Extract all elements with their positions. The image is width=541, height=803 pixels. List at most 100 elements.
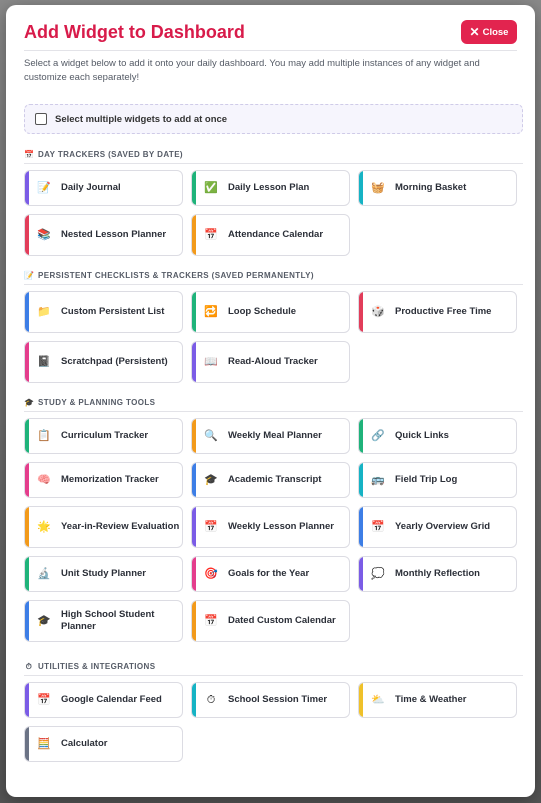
widget-card-time-weather[interactable]: ⛅ Time & Weather <box>358 682 517 718</box>
target-icon: 🎯 <box>204 568 218 580</box>
widget-section: ⏱ UTILITIES & INTEGRATIONS 📅 Google Calenda… <box>24 658 523 762</box>
sun-icon: 🌟 <box>37 521 51 533</box>
calendar-icon: 📅 <box>24 150 35 159</box>
widget-card-field-trip-log[interactable]: 🚌 Field Trip Log <box>358 462 517 498</box>
widget-card-academic-transcript[interactable]: 🎓 Academic Transcript <box>191 462 350 498</box>
widget-card-label: Goals for the Year <box>228 568 310 579</box>
widget-card-morning-basket[interactable]: 🧺 Morning Basket <box>358 170 517 206</box>
close-icon: ✕ <box>469 25 480 39</box>
section-header: 🎓 STUDY & PLANNING TOOLS <box>24 394 523 412</box>
dice-icon: 🎲 <box>371 306 385 318</box>
widget-card-curriculum-tracker[interactable]: 📋 Curriculum Tracker <box>24 418 183 454</box>
brain-icon: 🧠 <box>37 474 51 486</box>
widget-section: 🎓 STUDY & PLANNING TOOLS 📋 Curriculum Track… <box>24 394 523 642</box>
add-widget-modal: Add Widget to Dashboard ✕ Close Select a… <box>6 5 535 797</box>
speech-bubble-icon: 💭 <box>371 568 385 580</box>
close-button[interactable]: ✕ Close <box>461 20 517 44</box>
abacus-icon: 🧮 <box>37 738 51 750</box>
widget-card-label: High School Student Planner <box>61 609 155 632</box>
section-header: 📝 PERSISTENT CHECKLISTS & TRACKERS (SAVED… <box>24 267 523 285</box>
notebook-icon: 📓 <box>37 356 51 368</box>
widget-card-label: Custom Persistent List <box>61 306 165 317</box>
widget-card-label: Loop Schedule <box>228 306 297 317</box>
widget-card-label: Scratchpad (Persistent) <box>61 356 168 367</box>
calendar-icon: 📅 <box>37 694 51 706</box>
graduation-cap-icon: 🎓 <box>24 398 35 407</box>
widget-card-quick-links[interactable]: 🔗 Quick Links <box>358 418 517 454</box>
stopwatch-icon: ⏱ <box>25 661 33 671</box>
search-food-icon: 🔍 <box>204 430 218 442</box>
widget-card-label: Monthly Reflection <box>395 568 480 579</box>
multi-select-checkbox[interactable] <box>35 113 47 125</box>
widget-card-unit-study-planner[interactable]: 🔬 Unit Study Planner <box>24 556 183 592</box>
graduation-cap-icon: 🎓 <box>204 474 218 486</box>
basket-icon: 🧺 <box>371 182 385 194</box>
widget-card-label: Weekly Lesson Planner <box>228 521 334 532</box>
widget-card-label: Weekly Meal Planner <box>228 430 322 441</box>
bus-icon: 🚌 <box>371 474 385 486</box>
loop-icon: 🔁 <box>204 306 218 318</box>
widget-card-yearly-overview-grid[interactable]: 📅 Yearly Overview Grid <box>358 506 517 548</box>
widget-card-read-aloud-tracker[interactable]: 📖 Read-Aloud Tracker <box>191 341 350 383</box>
widget-card-label: Calculator <box>61 738 108 749</box>
widget-card-nested-lesson-planner[interactable]: 📚 Nested Lesson Planner <box>24 214 183 256</box>
widget-card-dated-custom-calendar[interactable]: 📅 Dated Custom Calendar <box>191 600 350 642</box>
widget-card-label: Read-Aloud Tracker <box>228 356 318 367</box>
widget-card-label: Time & Weather <box>395 694 467 705</box>
widget-card-attendance-calendar[interactable]: 📅 Attendance Calendar <box>191 214 350 256</box>
widget-card-label: Quick Links <box>395 430 449 441</box>
widget-card-label: Daily Journal <box>61 182 121 193</box>
widget-card-daily-journal[interactable]: 📝 Daily Journal <box>24 170 183 206</box>
calendar-icon: 📅 <box>204 229 218 241</box>
section-title: STUDY & PLANNING TOOLS <box>38 398 156 407</box>
graduation-cap-icon: 🎓 <box>37 615 51 627</box>
stopwatch-icon: ⏱ <box>206 694 216 706</box>
section-header: ⏱ UTILITIES & INTEGRATIONS <box>24 658 523 676</box>
widget-card-calculator[interactable]: 🧮 Calculator <box>24 726 183 762</box>
multi-select-label: Select multiple widgets to add at once <box>55 113 228 125</box>
link-icon: 🔗 <box>371 430 385 442</box>
widget-card-label: Yearly Overview Grid <box>395 521 491 532</box>
widget-card-weekly-lesson-planner[interactable]: 📅 Weekly Lesson Planner <box>191 506 350 548</box>
modal-header: Add Widget to Dashboard ✕ Close <box>24 19 517 51</box>
widget-card-label: Productive Free Time <box>395 306 492 317</box>
widget-card-label: Nested Lesson Planner <box>61 229 167 240</box>
widget-card-label: Field Trip Log <box>395 474 458 485</box>
widget-card-label: Dated Custom Calendar <box>228 615 336 626</box>
widget-card-custom-persistent-list[interactable]: 📁 Custom Persistent List <box>24 291 183 333</box>
widget-card-high-school-student-planner[interactable]: 🎓 High School Student Planner <box>24 600 183 642</box>
section-title: PERSISTENT CHECKLISTS & TRACKERS (SAVED … <box>38 271 314 280</box>
widget-card-monthly-reflection[interactable]: 💭 Monthly Reflection <box>358 556 517 592</box>
widget-card-goals-for-the-year[interactable]: 🎯 Goals for the Year <box>191 556 350 592</box>
calendar-icon: 📅 <box>204 615 218 627</box>
memo-icon: 📝 <box>37 182 51 194</box>
section-title: DAY TRACKERS (SAVED BY DATE) <box>38 150 183 159</box>
multi-select-toggle[interactable]: Select multiple widgets to add at once <box>24 104 523 134</box>
widget-card-weekly-meal-planner[interactable]: 🔍 Weekly Meal Planner <box>191 418 350 454</box>
section-header: 📅 DAY TRACKERS (SAVED BY DATE) <box>24 146 523 164</box>
widget-card-daily-lesson-plan[interactable]: ✅ Daily Lesson Plan <box>191 170 350 206</box>
modal-title: Add Widget to Dashboard <box>24 22 245 42</box>
widget-card-label: Daily Lesson Plan <box>228 182 310 193</box>
widget-card-label: Memorization Tracker <box>61 474 159 485</box>
widget-card-label: School Session Timer <box>228 694 328 705</box>
close-button-label: Close <box>482 26 509 38</box>
books-icon: 📚 <box>37 229 51 241</box>
widget-card-school-session-timer[interactable]: ⏱ School Session Timer <box>191 682 350 718</box>
widget-card-productive-free-time[interactable]: 🎲 Productive Free Time <box>358 291 517 333</box>
widget-card-label: Unit Study Planner <box>61 568 146 579</box>
widget-card-label: Attendance Calendar <box>228 229 324 240</box>
widget-card-label: Academic Transcript <box>228 474 322 485</box>
widget-section: 📅 DAY TRACKERS (SAVED BY DATE) 📝 Daily Jour… <box>24 146 523 256</box>
widget-card-memorization-tracker[interactable]: 🧠 Memorization Tracker <box>24 462 183 498</box>
modal-subtitle: Select a widget below to add it onto you… <box>24 58 480 83</box>
widget-card-scratchpad-persistent[interactable]: 📓 Scratchpad (Persistent) <box>24 341 183 383</box>
check-box-icon: ✅ <box>204 182 218 194</box>
widget-card-label: Curriculum Tracker <box>61 430 149 441</box>
widget-card-year-in-review-evaluation[interactable]: 🌟 Year-in-Review Evaluation <box>24 506 183 548</box>
widget-card-google-calendar-feed[interactable]: 📅 Google Calendar Feed <box>24 682 183 718</box>
clipboard-icon: 📋 <box>37 430 51 442</box>
section-title: UTILITIES & INTEGRATIONS <box>38 662 156 671</box>
calendar-icon: 📅 <box>204 521 218 533</box>
widget-card-loop-schedule[interactable]: 🔁 Loop Schedule <box>191 291 350 333</box>
